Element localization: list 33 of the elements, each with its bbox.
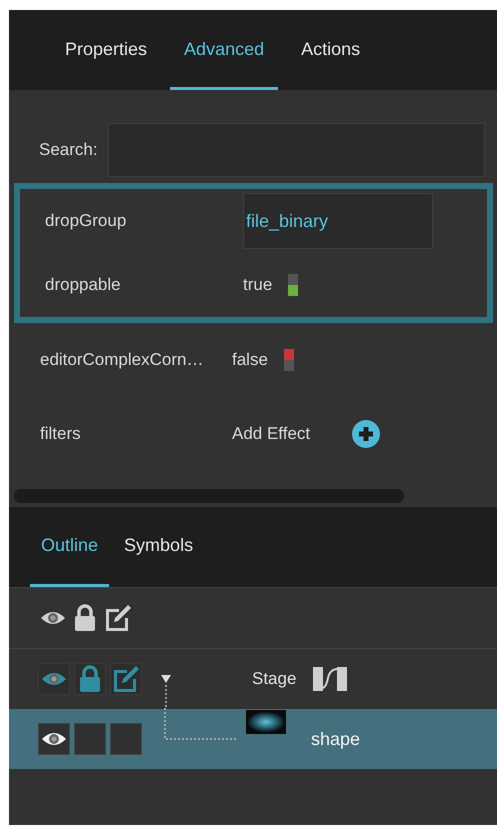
tab[interactable]: Symbols (113, 507, 204, 587)
property-name: droppable (44, 275, 122, 295)
lock-icon[interactable] (74, 604, 96, 632)
lock-icon[interactable] (79, 665, 101, 693)
stage-icon (312, 666, 348, 692)
value-field[interactable]: file_binary (243, 193, 433, 249)
tab[interactable]: Advanced (170, 10, 278, 90)
tab[interactable]: Outline (30, 507, 110, 587)
tab[interactable]: Actions (287, 10, 374, 90)
visibility-toggle[interactable] (38, 723, 70, 755)
edit-icon[interactable] (104, 604, 132, 632)
property-value: false (232, 350, 268, 370)
eye-icon[interactable] (40, 609, 66, 627)
toggle-switch[interactable] (288, 274, 298, 296)
layer-name: Stage (252, 669, 296, 689)
eye-icon[interactable] (41, 670, 67, 688)
lock-toggle[interactable] (74, 723, 106, 755)
search-label: Search: (39, 140, 98, 160)
tab[interactable]: Properties (51, 10, 162, 90)
add-effect-label: Add Effect (232, 424, 310, 444)
edit-toggle[interactable] (110, 723, 142, 755)
edit-icon[interactable] (112, 665, 140, 693)
property-name: dropGroup (44, 211, 128, 231)
shape-thumbnail (246, 710, 286, 734)
add-icon[interactable] (352, 420, 380, 448)
tree-connector (164, 708, 236, 740)
eye-icon[interactable] (41, 730, 67, 748)
toggle-switch[interactable] (284, 349, 294, 371)
property-name: filters (39, 424, 82, 444)
layer-name: shape (311, 728, 360, 750)
layer-row[interactable]: shape (9, 709, 497, 769)
property-value: true (243, 275, 272, 295)
property-name: editorComplexCorn… (39, 350, 204, 370)
